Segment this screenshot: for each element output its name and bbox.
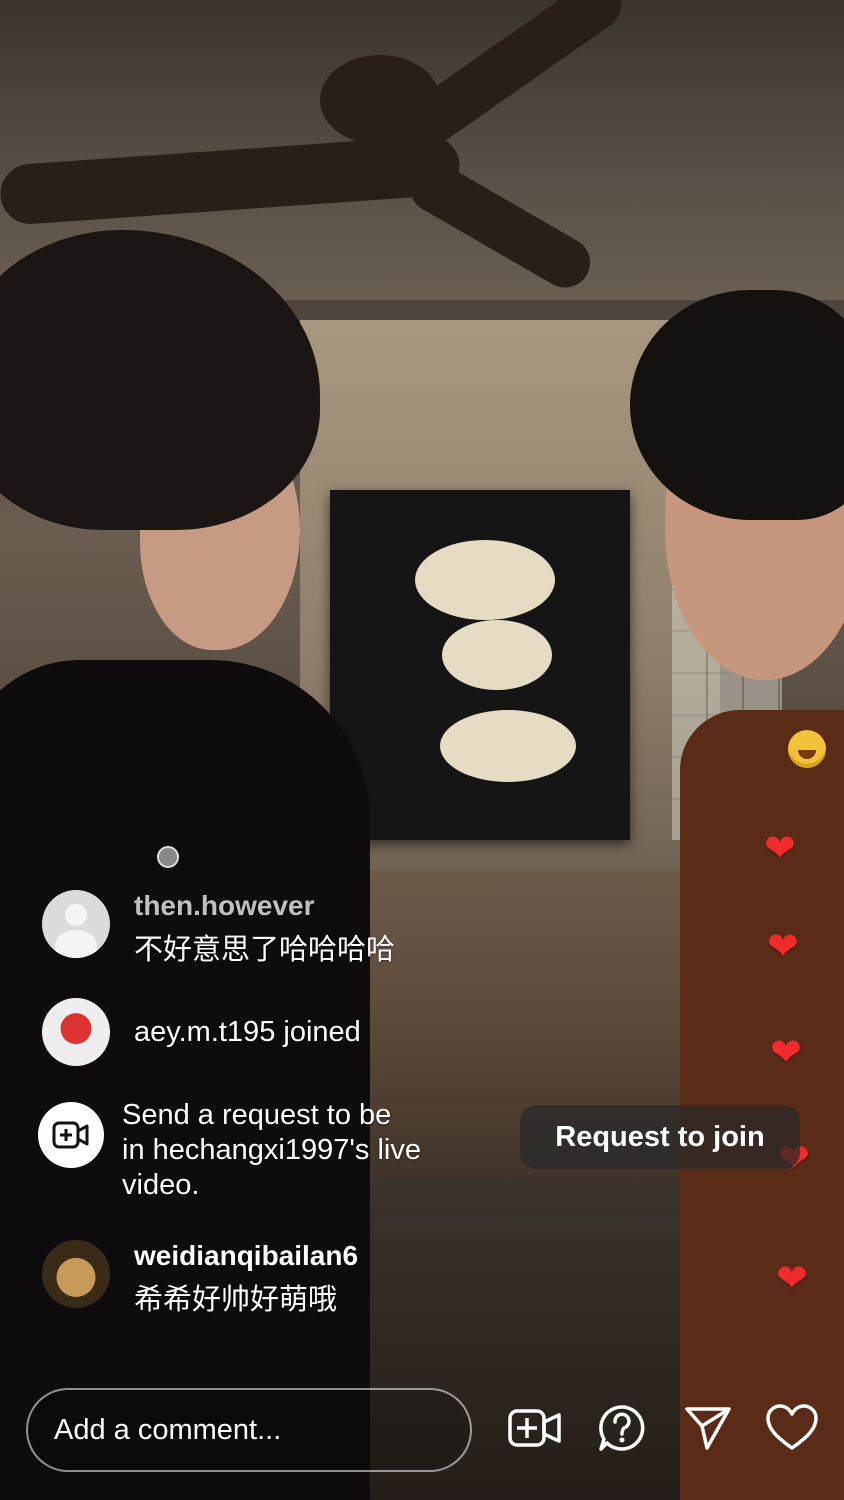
ceiling-fan-hub [320, 55, 440, 145]
wall-painting [330, 490, 630, 840]
request-video-icon[interactable] [38, 1102, 104, 1168]
floating-heart-icon: ❤ [767, 926, 799, 968]
person-right [610, 290, 844, 1500]
request-notice: Send a request to be in hechangxi1997's … [38, 1098, 462, 1203]
avatar[interactable] [42, 998, 110, 1066]
live-video-stage: ❤ ❤ ❤ ❤ ❤ then.however 不好意思了哈哈哈哈 aey.m.t… [0, 0, 844, 1500]
join-item: aey.m.t195 joined [42, 998, 361, 1066]
comment-message: 不好意思了哈哈哈哈 [134, 934, 396, 966]
request-line: in hechangxi1997's live [122, 1134, 421, 1166]
bottom-bar: Add a comment... [0, 1388, 844, 1478]
join-suffix: joined [283, 1016, 361, 1048]
join-username[interactable]: aey.m.t195 [134, 1016, 275, 1048]
video-plus-icon[interactable] [505, 1398, 565, 1458]
request-notice-text: Send a request to be in hechangxi1997's … [122, 1098, 462, 1203]
comment-message: 希希好帅好萌哦 [134, 1284, 338, 1316]
request-line: Send a request to be [122, 1099, 392, 1131]
send-icon[interactable] [678, 1398, 738, 1458]
avatar[interactable] [42, 890, 110, 958]
laughing-emoji-icon [788, 730, 826, 768]
heart-icon[interactable] [762, 1398, 822, 1458]
comment-item: then.however 不好意思了哈哈哈哈 [42, 890, 395, 968]
request-line: video. [122, 1169, 200, 1201]
question-icon[interactable] [592, 1398, 652, 1458]
avatar[interactable] [42, 1240, 110, 1308]
floating-heart-icon: ❤ [764, 828, 796, 870]
request-to-join-button[interactable]: Request to join [520, 1105, 800, 1169]
comment-username[interactable]: weidianqibailan6 [134, 1240, 358, 1272]
floating-heart-icon: ❤ [776, 1258, 808, 1300]
floating-heart-icon: ❤ [770, 1032, 802, 1074]
comment-username[interactable]: then.however [134, 890, 395, 922]
comment-item: weidianqibailan6 希希好帅好萌哦 [42, 1240, 358, 1318]
comment-input[interactable]: Add a comment... [26, 1388, 472, 1472]
earring-dot [157, 846, 179, 868]
